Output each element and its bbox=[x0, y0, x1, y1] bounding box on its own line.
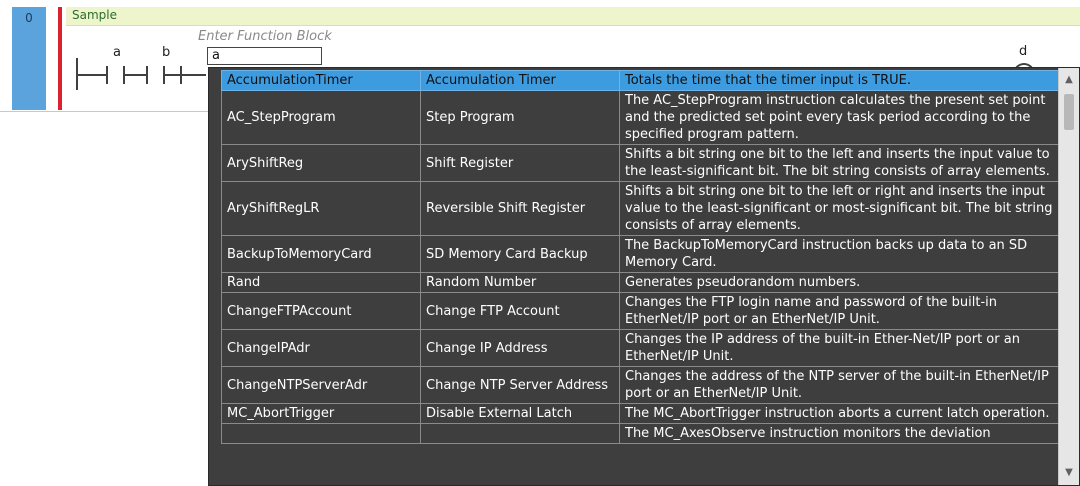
rung-number: 0 bbox=[25, 11, 33, 25]
suggestion-description: Changes the FTP login name and password … bbox=[619, 292, 1067, 330]
suggestion-title: Change NTP Server Address bbox=[420, 366, 620, 404]
suggestion-title: Change IP Address bbox=[420, 329, 620, 367]
suggestion-row[interactable]: AccumulationTimer Accumulation Timer Total… bbox=[221, 70, 1067, 91]
suggestion-description: The AC_StepProgram instruction calculate… bbox=[619, 90, 1067, 145]
wire-segment bbox=[125, 74, 146, 76]
vertical-scrollbar[interactable]: ▲ ▼ bbox=[1058, 68, 1079, 485]
scroll-thumb[interactable] bbox=[1064, 94, 1074, 130]
suggestion-name: ChangeFTPAccount bbox=[221, 292, 421, 330]
suggestion-row[interactable]: ChangeIPAdr Change IP Address Changes the … bbox=[221, 329, 1067, 367]
suggestion-title: Random Number bbox=[420, 272, 620, 293]
suggestion-description: The MC_AxesObserve instruction monitors … bbox=[619, 423, 1067, 444]
suggestion-name: AC_StepProgram bbox=[221, 90, 421, 145]
contact-a-left-bar[interactable] bbox=[106, 66, 108, 84]
scroll-up-icon[interactable]: ▲ bbox=[1059, 72, 1079, 88]
suggestion-title: Step Program bbox=[420, 90, 620, 145]
suggestion-row[interactable]: The MC_AxesObserve instruction monitors … bbox=[221, 423, 1067, 444]
suggestion-row[interactable]: ChangeFTPAccount Change FTP Account Change… bbox=[221, 292, 1067, 330]
rung-selection-rail bbox=[58, 7, 62, 110]
suggestion-title: Change FTP Account bbox=[420, 292, 620, 330]
function-block-suggestion-list[interactable]: AccumulationTimer Accumulation Timer Total… bbox=[208, 67, 1080, 486]
function-block-input[interactable]: a bbox=[207, 47, 322, 65]
suggestion-name: ChangeIPAdr bbox=[221, 329, 421, 367]
contact-a-label: a bbox=[113, 45, 121, 60]
rung-divider bbox=[0, 111, 220, 112]
suggestion-row[interactable]: MC_AbortTrigger Disable External Latch The… bbox=[221, 403, 1067, 424]
suggestion-name: BackupToMemoryCard bbox=[221, 235, 421, 273]
suggestion-row[interactable]: ChangeNTPServerAdr Change NTP Server Addr… bbox=[221, 366, 1067, 404]
suggestion-title: Reversible Shift Register bbox=[420, 181, 620, 236]
suggestion-title bbox=[420, 423, 620, 444]
suggestion-name: Rand bbox=[221, 272, 421, 293]
suggestion-description: Changes the IP address of the built-in E… bbox=[619, 329, 1067, 367]
suggestion-name: MC_AbortTrigger bbox=[221, 403, 421, 424]
scroll-down-icon[interactable]: ▼ bbox=[1059, 465, 1079, 481]
suggestion-description: Shifts a bit string one bit to the left … bbox=[619, 144, 1067, 182]
function-block-hint: Enter Function Block bbox=[198, 29, 332, 44]
suggestion-title: SD Memory Card Backup bbox=[420, 235, 620, 273]
suggestion-description: Totals the time that the timer input is … bbox=[619, 70, 1067, 91]
suggestion-row[interactable]: Rand Random Number Generates pseudorandom … bbox=[221, 272, 1067, 293]
wire-segment bbox=[182, 74, 206, 76]
suggestion-name: ChangeNTPServerAdr bbox=[221, 366, 421, 404]
rung-gutter bbox=[46, 7, 58, 110]
suggestion-name: AryShiftReg bbox=[221, 144, 421, 182]
rung-number-cell[interactable]: 0 bbox=[12, 7, 46, 110]
suggestion-title: Accumulation Timer bbox=[420, 70, 620, 91]
wire-segment bbox=[165, 74, 180, 76]
contact-b-left-bar[interactable] bbox=[146, 66, 148, 84]
rung-comment-header[interactable]: Sample bbox=[66, 7, 1080, 26]
wire-segment bbox=[78, 74, 106, 76]
suggestion-description: Shifts a bit string one bit to the left … bbox=[619, 181, 1067, 236]
rung-title: Sample bbox=[72, 8, 117, 22]
suggestion-name bbox=[221, 423, 421, 444]
suggestion-row[interactable]: AC_StepProgram Step Program The AC_StepPro… bbox=[221, 90, 1067, 145]
suggestion-description: The BackupToMemoryCard instruction backs… bbox=[619, 235, 1067, 273]
contact-b-label: b bbox=[162, 45, 171, 60]
suggestion-name: AccumulationTimer bbox=[221, 70, 421, 91]
suggestion-description: The MC_AbortTrigger instruction aborts a… bbox=[619, 403, 1067, 424]
suggestion-row[interactable]: AryShiftReg Shift Register Shifts a bit st… bbox=[221, 144, 1067, 182]
suggestion-description: Changes the address of the NTP server of… bbox=[619, 366, 1067, 404]
suggestion-row[interactable]: BackupToMemoryCard SD Memory Card Backup T… bbox=[221, 235, 1067, 273]
suggestion-row[interactable]: AryShiftRegLR Reversible Shift Register Sh… bbox=[221, 181, 1067, 236]
suggestion-description: Generates pseudorandom numbers. bbox=[619, 272, 1067, 293]
coil-d-label: d bbox=[1019, 44, 1028, 59]
suggestion-title: Disable External Latch bbox=[420, 403, 620, 424]
suggestion-name: AryShiftRegLR bbox=[221, 181, 421, 236]
suggestion-title: Shift Register bbox=[420, 144, 620, 182]
suggestion-table: AccumulationTimer Accumulation Timer Total… bbox=[221, 70, 1067, 444]
